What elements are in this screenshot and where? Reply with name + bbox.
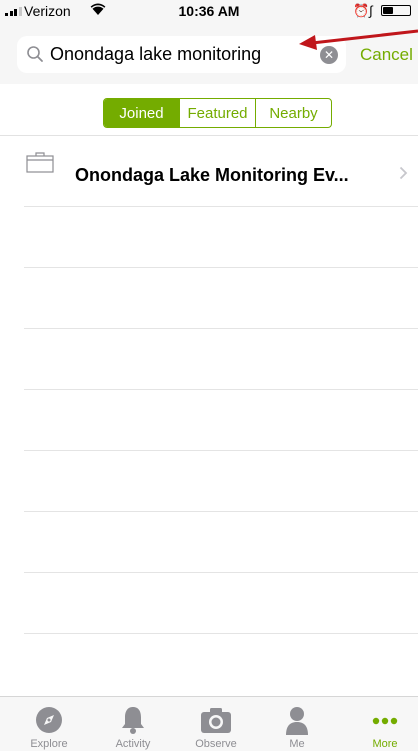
tab-label: Explore [30, 738, 68, 750]
status-bar: Verizon 10:36 AM ⏰ ∫ [0, 0, 418, 22]
tab-bar: Explore Activity Observe Me More [0, 696, 418, 751]
bell-icon [122, 707, 144, 734]
row-divider [24, 450, 418, 451]
row-divider [24, 633, 418, 634]
tab-label: Activity [115, 738, 151, 750]
row-divider [24, 511, 418, 512]
clear-icon[interactable]: ✕ [320, 46, 338, 64]
tab-explore[interactable]: Explore [14, 697, 84, 752]
row-divider [24, 572, 418, 573]
search-header: ✕ Cancel [0, 22, 418, 84]
tab-label: More [372, 738, 398, 750]
tab-activity[interactable]: Activity [98, 697, 168, 752]
battery-icon [381, 5, 411, 16]
compass-icon [36, 707, 62, 733]
row-divider [24, 328, 418, 329]
project-list: Onondaga Lake Monitoring Ev... [0, 136, 418, 206]
filter-area: Joined Featured Nearby [0, 84, 418, 136]
briefcase-icon [26, 152, 54, 173]
row-divider [24, 206, 418, 207]
segment-featured[interactable]: Featured [179, 99, 255, 127]
search-box[interactable]: ✕ [17, 36, 346, 73]
alarm-clock-icon: ⏰ [353, 3, 370, 18]
segment-joined[interactable]: Joined [104, 99, 179, 127]
segment-nearby[interactable]: Nearby [255, 99, 331, 127]
row-divider [24, 267, 418, 268]
person-icon [286, 707, 308, 735]
tab-me[interactable]: Me [262, 697, 332, 752]
cancel-button[interactable]: Cancel [360, 45, 413, 65]
row-divider [24, 389, 418, 390]
tab-label: Observe [195, 738, 237, 750]
tab-observe[interactable]: Observe [181, 697, 251, 752]
bluetooth-icon: ∫ [369, 3, 373, 18]
tab-more[interactable]: More [350, 697, 418, 752]
camera-icon [201, 708, 231, 733]
tab-label: Me [289, 738, 305, 750]
chevron-right-icon [399, 166, 408, 180]
segmented-control: Joined Featured Nearby [103, 98, 332, 128]
more-dots-icon [372, 717, 398, 725]
project-name: Onondaga Lake Monitoring Ev... [75, 165, 349, 185]
search-icon [27, 46, 43, 62]
search-input[interactable] [50, 36, 300, 73]
list-item[interactable]: Onondaga Lake Monitoring Ev... [0, 136, 418, 206]
